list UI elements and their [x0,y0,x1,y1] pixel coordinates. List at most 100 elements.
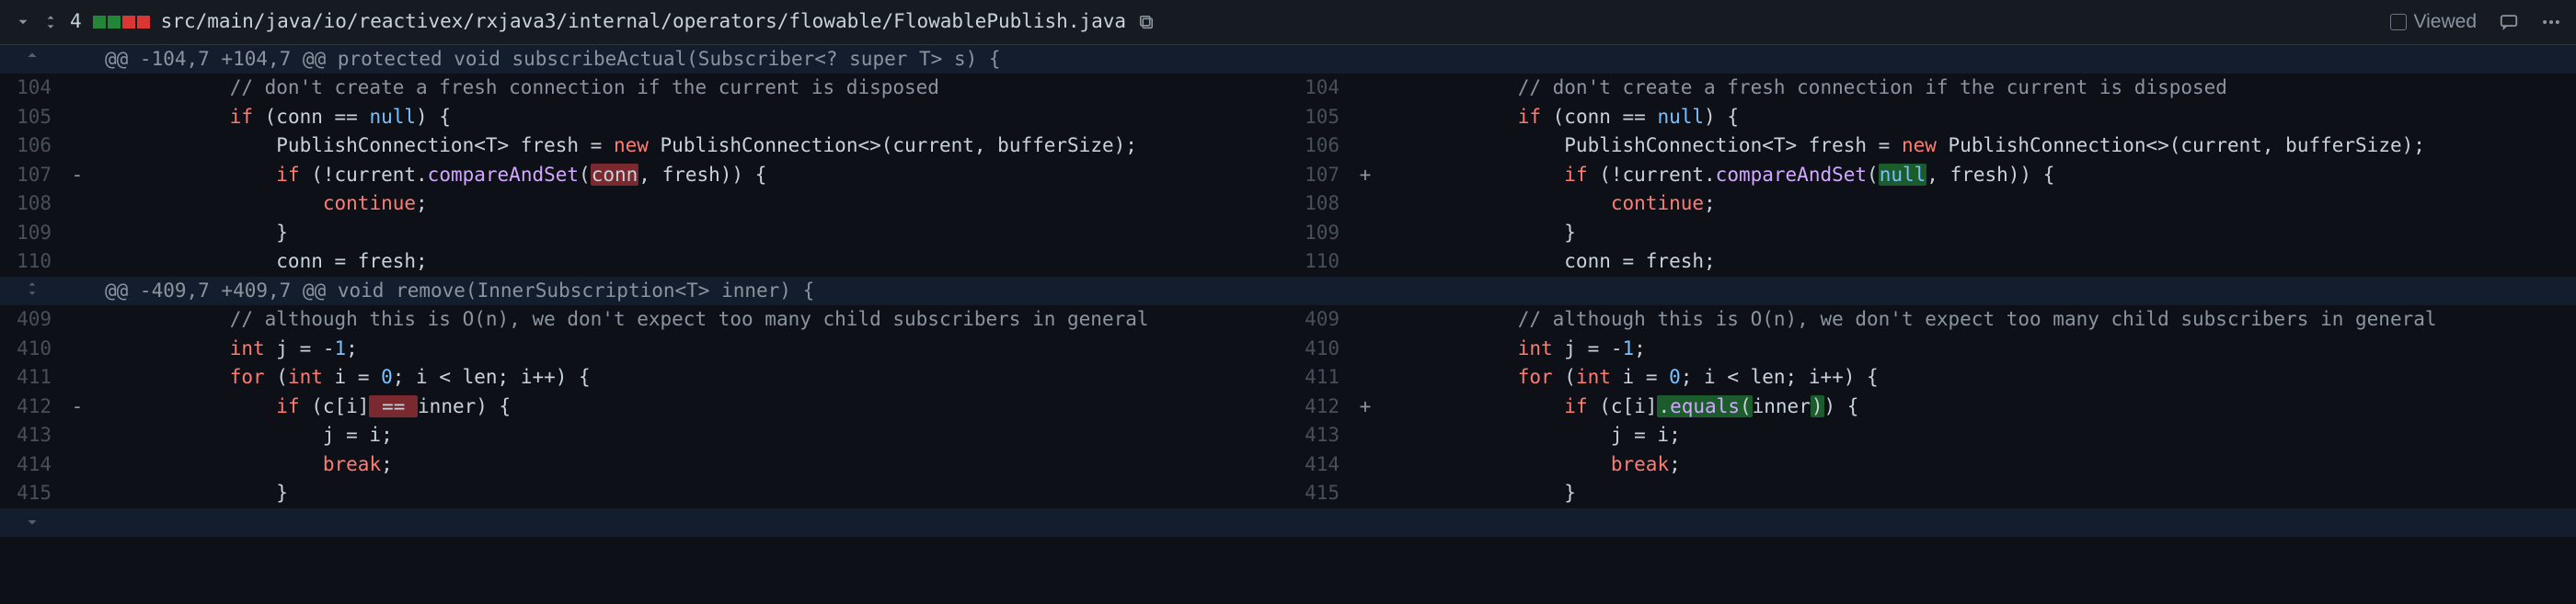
code-right[interactable]: // don't create a fresh connection if th… [1378,74,2576,103]
code-right[interactable]: break; [1378,450,2576,480]
expand-icon[interactable] [0,45,64,74]
line-number-left[interactable]: 412 [0,393,64,422]
diff-sign-right [1352,335,1378,364]
line-number-left[interactable]: 107 [0,161,64,190]
code-right[interactable]: } [1378,219,2576,248]
line-number-right[interactable]: 107 [1288,161,1352,190]
hunk-sign [64,45,90,74]
line-number-right[interactable]: 108 [1288,189,1352,219]
code-right[interactable]: if (!current.compareAndSet(null, fresh))… [1378,161,2576,190]
line-number-right[interactable]: 105 [1288,103,1352,132]
line-number-left[interactable]: 104 [0,74,64,103]
diff-line: 109 }109 } [0,219,2576,248]
code-left[interactable]: int j = -1; [90,335,1288,364]
code-right[interactable]: j = i; [1378,421,2576,450]
line-number-left[interactable]: +108 [0,189,64,219]
code-right[interactable]: continue; [1378,189,2576,219]
line-number-right[interactable]: 410 [1288,335,1352,364]
line-number-left[interactable]: 411 [0,363,64,393]
viewed-label: Viewed [2414,7,2478,37]
kebab-icon[interactable] [2541,12,2561,32]
line-number-left[interactable]: 409 [0,305,64,335]
line-number-right[interactable]: 106 [1288,131,1352,161]
line-number-right[interactable]: 415 [1288,479,1352,508]
code-right[interactable]: for (int i = 0; i < len; i++) { [1378,363,2576,393]
line-number-right[interactable]: 110 [1288,247,1352,277]
diff-sign-right [1352,131,1378,161]
hunk-header-text: @@ -104,7 +104,7 @@ protected void subsc… [90,45,2576,74]
line-number-left[interactable]: 109 [0,219,64,248]
code-right[interactable]: conn = fresh; [1378,247,2576,277]
diff-sign-left [64,421,90,450]
line-number-left[interactable]: 106 [0,131,64,161]
expand-all-icon[interactable] [42,14,59,30]
diff-sign-left [64,219,90,248]
diffstat-del-block [122,16,135,28]
line-number-left[interactable]: 414 [0,450,64,480]
diff-sign-right [1352,479,1378,508]
diff-sign-left [64,74,90,103]
line-number-right[interactable]: 104 [1288,74,1352,103]
code-left[interactable]: } [90,219,1288,248]
code-left[interactable]: PublishConnection<T> fresh = new Publish… [90,131,1288,161]
chevron-down-icon[interactable] [15,14,31,30]
comment-icon[interactable] [2499,12,2519,32]
diff-sign-left [64,305,90,335]
viewed-toggle[interactable]: Viewed [2390,7,2478,37]
diff-line: 409 // although this is O(n), we don't e… [0,305,2576,335]
line-number-left[interactable]: 105 [0,103,64,132]
code-left[interactable]: // don't create a fresh connection if th… [90,74,1288,103]
code-left[interactable]: } [90,479,1288,508]
file-change-count: 4 [70,7,82,37]
code-left[interactable]: continue; [90,189,1288,219]
diff-sign-left [64,335,90,364]
line-number-left[interactable]: 415 [0,479,64,508]
diff-sign-right: + [1352,161,1378,190]
line-number-right[interactable]: 412 [1288,393,1352,422]
line-number-left[interactable]: 110 [0,247,64,277]
diffstat-add-block [93,16,106,28]
diffstat [93,16,150,28]
diff-sign-right [1352,363,1378,393]
file-path[interactable]: src/main/java/io/reactivex/rxjava3/inter… [161,7,1126,37]
line-number-right[interactable]: 409 [1288,305,1352,335]
expand-icon[interactable] [0,277,64,306]
code-left[interactable]: // although this is O(n), we don't expec… [90,305,1288,335]
file-header-right: Viewed [2390,7,2562,37]
code-right[interactable]: if (c[i].equals(inner)) { [1378,393,2576,422]
diff-sign-right: + [1352,393,1378,422]
hunk-header-row: @@ -409,7 +409,7 @@ void remove(InnerSub… [0,277,2576,306]
line-number-right[interactable]: 411 [1288,363,1352,393]
code-left[interactable]: if (conn == null) { [90,103,1288,132]
diff-sign-right [1352,74,1378,103]
hunk-sign [64,277,90,306]
code-right[interactable]: if (conn == null) { [1378,103,2576,132]
line-number-right[interactable]: 414 [1288,450,1352,480]
line-number-right[interactable]: 109 [1288,219,1352,248]
diff-line: 413 j = i;413 j = i; [0,421,2576,450]
code-right[interactable]: } [1378,479,2576,508]
copy-icon[interactable] [1137,13,1156,31]
line-number-left[interactable]: 410 [0,335,64,364]
line-number-right[interactable]: 413 [1288,421,1352,450]
viewed-checkbox[interactable] [2390,14,2407,30]
diffstat-del-block [137,16,150,28]
diff-line: 411 for (int i = 0; i < len; i++) {411 f… [0,363,2576,393]
expand-down-icon[interactable] [0,508,64,538]
code-left[interactable]: if (c[i] == inner) { [90,393,1288,422]
code-left[interactable]: j = i; [90,421,1288,450]
code-left[interactable]: if (!current.compareAndSet(conn, fresh))… [90,161,1288,190]
code-right[interactable]: int j = -1; [1378,335,2576,364]
expand-row [0,508,2576,538]
code-right[interactable]: PublishConnection<T> fresh = new Publish… [1378,131,2576,161]
diff-sign-right [1352,189,1378,219]
diffstat-add-block [108,16,121,28]
code-right[interactable]: // although this is O(n), we don't expec… [1378,305,2576,335]
code-left[interactable]: for (int i = 0; i < len; i++) { [90,363,1288,393]
line-number-left[interactable]: 413 [0,421,64,450]
diff-line: 105 if (conn == null) {105 if (conn == n… [0,103,2576,132]
diff-sign-left: - [64,161,90,190]
diff-line: 412- if (c[i] == inner) {412+ if (c[i].e… [0,393,2576,422]
code-left[interactable]: conn = fresh; [90,247,1288,277]
code-left[interactable]: break; [90,450,1288,480]
